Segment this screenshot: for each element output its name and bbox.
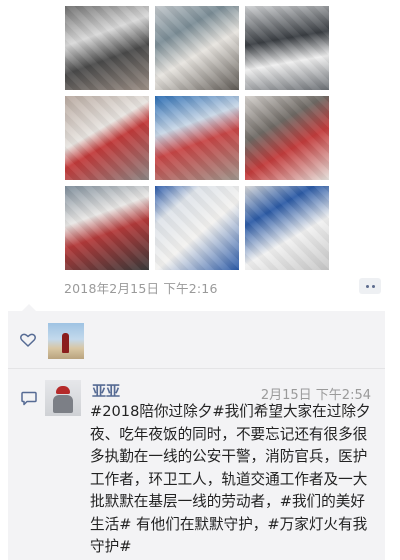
post-photo[interactable] [155, 186, 239, 270]
likes-panel [8, 304, 385, 368]
comment-text: #2018陪你过除夕#我们希望大家在过除夕夜、吃年夜饭的同时，不要忘记还有很多很… [90, 403, 371, 555]
post-photo[interactable] [65, 96, 149, 180]
heart-icon [20, 333, 36, 347]
comment-icon [21, 391, 37, 406]
post-photo[interactable] [245, 96, 329, 180]
post-photo[interactable] [65, 6, 149, 90]
post-photo[interactable] [245, 6, 329, 90]
photo-grid [65, 6, 329, 272]
liker-avatar[interactable] [48, 323, 84, 359]
comments-panel: 亚亚 2月15日 下午2:54 #2018陪你过除夕#我们希望大家在过除夕夜、吃… [8, 369, 385, 560]
avatar-body [53, 395, 73, 413]
post-photo[interactable] [155, 96, 239, 180]
commenter-name[interactable]: 亚亚 [92, 381, 120, 401]
post-photo[interactable] [155, 6, 239, 90]
post-photo[interactable] [245, 186, 329, 270]
more-dots-icon [365, 284, 369, 288]
more-dots-icon-dot [371, 284, 375, 288]
post-timestamp: 2018年2月15日 下午2:16 [64, 281, 218, 296]
more-button[interactable] [359, 278, 381, 294]
commenter-avatar[interactable] [45, 380, 81, 416]
avatar-hat [56, 386, 70, 394]
avatar-figure [62, 333, 69, 353]
post-photo[interactable] [65, 186, 149, 270]
